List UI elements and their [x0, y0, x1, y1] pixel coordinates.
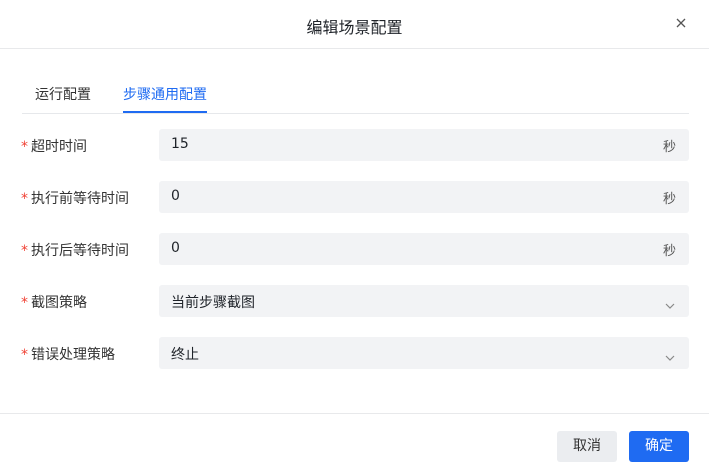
timeout-value: 15 — [171, 136, 189, 152]
chevron-down-icon — [664, 348, 676, 361]
tab-step-common-config[interactable]: 步骤通用配置 — [123, 84, 207, 113]
wait-after-input[interactable]: 0 秒 — [159, 233, 689, 265]
dialog-title: 编辑场景配置 — [306, 18, 403, 37]
dialog-header: 编辑场景配置 — [0, 0, 709, 49]
confirm-button[interactable]: 确定 — [629, 431, 689, 462]
dialog-footer: 取消 确定 — [0, 413, 709, 476]
wait-after-label: * 执行后等待时间 — [21, 243, 129, 259]
timeout-unit: 秒 — [662, 140, 676, 155]
wait-before-input[interactable]: 0 秒 — [159, 181, 689, 213]
chevron-down-icon — [664, 296, 676, 309]
required-mark: * — [21, 243, 28, 259]
wait-before-label: * 执行前等待时间 — [21, 191, 129, 207]
required-mark: * — [21, 139, 28, 155]
error-strategy-label: * 错误处理策略 — [21, 347, 115, 363]
form-row-timeout: * 超时时间 15 秒 — [0, 129, 709, 161]
tab-run-config[interactable]: 运行配置 — [35, 84, 91, 104]
form-row-wait-after: * 执行后等待时间 0 秒 — [0, 233, 709, 265]
wait-after-value: 0 — [171, 240, 180, 256]
required-mark: * — [21, 191, 28, 207]
edit-scene-config-dialog: 编辑场景配置 运行配置 步骤通用配置 * 超时时间 15 秒 * 执行前等待时间 0… — [0, 0, 709, 475]
screenshot-strategy-value: 当前步骤截图 — [171, 295, 255, 311]
form-row-wait-before: * 执行前等待时间 0 秒 — [0, 181, 709, 213]
config-tabs: 运行配置 步骤通用配置 — [22, 84, 689, 114]
required-mark: * — [21, 347, 28, 363]
timeout-label: * 超时时间 — [21, 139, 87, 155]
error-strategy-select[interactable]: 终止 — [159, 337, 689, 369]
wait-after-unit: 秒 — [662, 244, 676, 259]
cancel-button[interactable]: 取消 — [557, 431, 617, 462]
timeout-input[interactable]: 15 秒 — [159, 129, 689, 161]
form-row-error-strategy: * 错误处理策略 终止 — [0, 337, 709, 369]
wait-before-unit: 秒 — [662, 192, 676, 207]
screenshot-strategy-select[interactable]: 当前步骤截图 — [159, 285, 689, 317]
screenshot-strategy-label: * 截图策略 — [21, 295, 87, 311]
required-mark: * — [21, 295, 28, 311]
close-icon[interactable] — [673, 15, 689, 31]
form-row-screenshot-strategy: * 截图策略 当前步骤截图 — [0, 285, 709, 317]
error-strategy-value: 终止 — [171, 347, 199, 363]
wait-before-value: 0 — [171, 188, 180, 204]
